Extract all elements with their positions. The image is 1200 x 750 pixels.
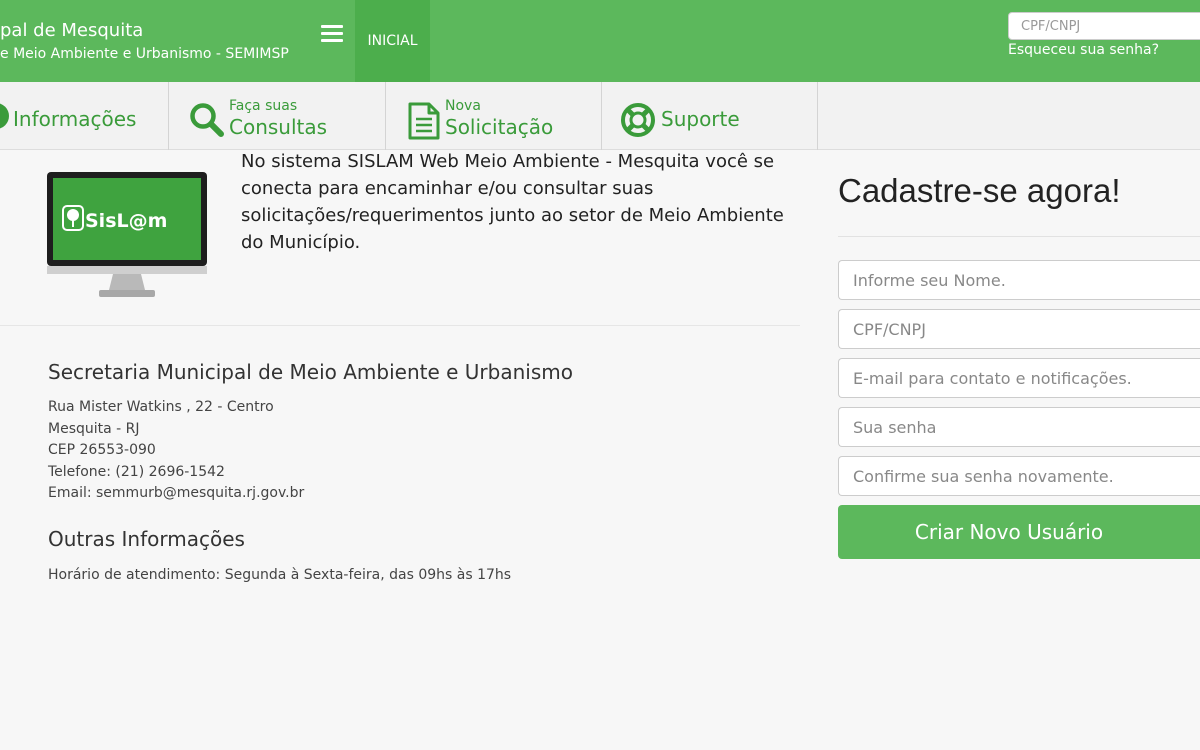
menu-solicitacao-small: Nova: [445, 98, 481, 114]
login-cpf-input[interactable]: [1008, 12, 1200, 40]
lifebuoy-icon: [621, 103, 655, 137]
nav-inicial[interactable]: INICIAL: [355, 0, 430, 82]
register-cpf-input[interactable]: [838, 309, 1200, 349]
address-line-1: Rua Mister Watkins , 22 - Centro: [48, 399, 274, 415]
opening-hours: Horário de atendimento: Segunda à Sexta-…: [48, 567, 512, 583]
contact-email: Email: semmurb@mesquita.rj.gov.br: [48, 485, 305, 502]
forgot-password-link[interactable]: Esqueceu sua senha?: [1008, 42, 1159, 58]
register-separator: [838, 236, 1200, 237]
top-header: pal de Mesquita e Meio Ambiente e Urbani…: [0, 0, 1200, 82]
site-subtitle: e Meio Ambiente e Urbanismo - SEMIMSP: [0, 46, 289, 62]
register-password-input[interactable]: [838, 407, 1200, 447]
hamburger-menu-icon[interactable]: [318, 22, 346, 46]
create-user-button[interactable]: Criar Novo Usuário: [838, 505, 1200, 559]
sislam-logo-text: SisL@m: [85, 210, 167, 232]
address-cep: CEP 26553-090: [48, 442, 156, 459]
menu-nova-solicitacao[interactable]: Nova Solicitação: [386, 82, 602, 150]
document-icon: [408, 102, 440, 140]
section-divider: [0, 325, 800, 326]
search-icon: [190, 103, 224, 137]
address-line-2: Mesquita - RJ: [48, 420, 140, 437]
menu-suporte[interactable]: Suporte: [602, 82, 818, 150]
menu-consultas-small: Faça suas: [229, 98, 298, 114]
register-title: Cadastre-se agora!: [838, 172, 1121, 209]
intro-description: No sistema SISLAM Web Meio Ambiente - Me…: [241, 151, 784, 253]
info-icon: [0, 103, 9, 129]
site-title: pal de Mesquita: [0, 20, 144, 41]
menu-informacoes-label: Informações: [13, 107, 137, 131]
menu-consultas-big: Consultas: [229, 115, 328, 139]
contact-address: Rua Mister Watkins , 22 - Centro Mesquit…: [48, 397, 304, 505]
menu-consultas[interactable]: Faça suas Consultas: [169, 82, 386, 150]
secretaria-title: Secretaria Municipal de Meio Ambiente e …: [48, 360, 573, 384]
menu-solicitacao-big: Solicitação: [445, 115, 554, 139]
menu-suporte-label: Suporte: [661, 107, 740, 131]
register-email-input[interactable]: [838, 358, 1200, 398]
menu-informacoes[interactable]: Informações: [0, 82, 169, 150]
other-info-title: Outras Informações: [48, 527, 245, 551]
register-name-input[interactable]: [838, 260, 1200, 300]
register-confirm-password-input[interactable]: [838, 456, 1200, 496]
main-menu: Informações Faça suas Consultas Nova Sol…: [0, 82, 1200, 150]
contact-phone: Telefone: (21) 2696-1542: [48, 463, 225, 480]
sislam-monitor-logo: SisL@m: [47, 172, 207, 297]
